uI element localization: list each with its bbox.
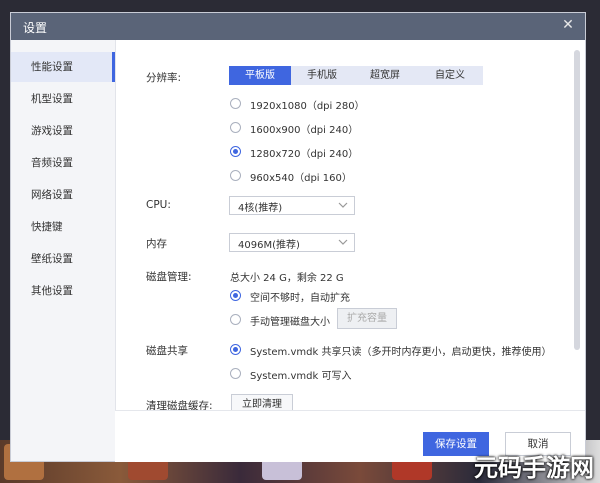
sidebar-item-wallpaper[interactable]: 壁纸设置 (11, 244, 115, 274)
resolution-radio-1920[interactable] (230, 98, 241, 109)
sidebar-item-game[interactable]: 游戏设置 (11, 116, 115, 146)
disk-radio-manual[interactable] (230, 314, 241, 325)
memory-value: 4096M(推荐) (238, 240, 300, 251)
share-option-writable: System.vmdk 可写入 (250, 371, 352, 382)
disk-summary: 总大小 24 G，剩余 22 G (230, 273, 344, 284)
settings-sidebar: 性能设置 机型设置 游戏设置 音频设置 网络设置 快捷键 壁纸设置 其他设置 (11, 40, 116, 461)
scrollbar-thumb[interactable] (574, 50, 580, 350)
disk-radio-auto[interactable] (230, 290, 241, 301)
resolution-option-960: 960x540（dpi 160） (250, 173, 352, 184)
share-radio-readonly[interactable] (230, 344, 241, 355)
resolution-label: 分辨率: (146, 72, 182, 84)
share-radio-writable[interactable] (230, 368, 241, 379)
disk-option-manual: 手动管理磁盘大小 (250, 317, 330, 328)
share-option-readonly: System.vmdk 共享只读（多开时内存更小，启动更快，推荐使用） (250, 347, 552, 358)
cpu-select[interactable]: 4核(推荐) (229, 196, 355, 215)
chevron-down-icon (338, 202, 348, 208)
sidebar-item-network[interactable]: 网络设置 (11, 180, 115, 210)
memory-label: 内存 (146, 238, 167, 250)
sidebar-item-audio[interactable]: 音频设置 (11, 148, 115, 178)
tab-ultrawide[interactable]: 超宽屏 (353, 66, 417, 85)
expand-capacity-button[interactable]: 扩充容量 (337, 308, 397, 329)
cpu-label: CPU: (146, 199, 171, 211)
sidebar-item-other[interactable]: 其他设置 (11, 276, 115, 306)
share-label: 磁盘共享 (146, 345, 188, 357)
settings-dialog: 设置 ✕ 性能设置 机型设置 游戏设置 音频设置 网络设置 快捷键 壁纸设置 其… (10, 12, 586, 462)
cpu-value: 4核(推荐) (238, 203, 283, 214)
close-icon[interactable]: ✕ (559, 16, 577, 34)
disk-label: 磁盘管理: (146, 271, 192, 283)
disk-option-auto: 空间不够时，自动扩充 (250, 293, 350, 304)
resolution-radio-960[interactable] (230, 170, 241, 181)
memory-select[interactable]: 4096M(推荐) (229, 233, 355, 252)
watermark-logo: 元码手游网 (474, 454, 594, 482)
tab-tablet[interactable]: 平板版 (229, 66, 291, 85)
tab-phone[interactable]: 手机版 (291, 66, 353, 85)
resolution-option-1920: 1920x1080（dpi 280） (250, 101, 365, 112)
scrollbar[interactable] (571, 40, 583, 410)
title-bar: 设置 ✕ (11, 13, 585, 40)
sidebar-item-performance[interactable]: 性能设置 (11, 52, 115, 82)
resolution-radio-1280[interactable] (230, 146, 241, 157)
sidebar-item-shortcuts[interactable]: 快捷键 (11, 212, 115, 242)
resolution-option-1600: 1600x900（dpi 240） (250, 125, 359, 136)
resolution-tabs: 平板版 手机版 超宽屏 自定义 (229, 66, 483, 85)
dialog-title: 设置 (23, 21, 48, 35)
tab-custom[interactable]: 自定义 (417, 66, 483, 85)
sidebar-item-device[interactable]: 机型设置 (11, 84, 115, 114)
chevron-down-icon (338, 239, 348, 245)
resolution-radio-1600[interactable] (230, 122, 241, 133)
resolution-option-1280: 1280x720（dpi 240） (250, 149, 359, 160)
